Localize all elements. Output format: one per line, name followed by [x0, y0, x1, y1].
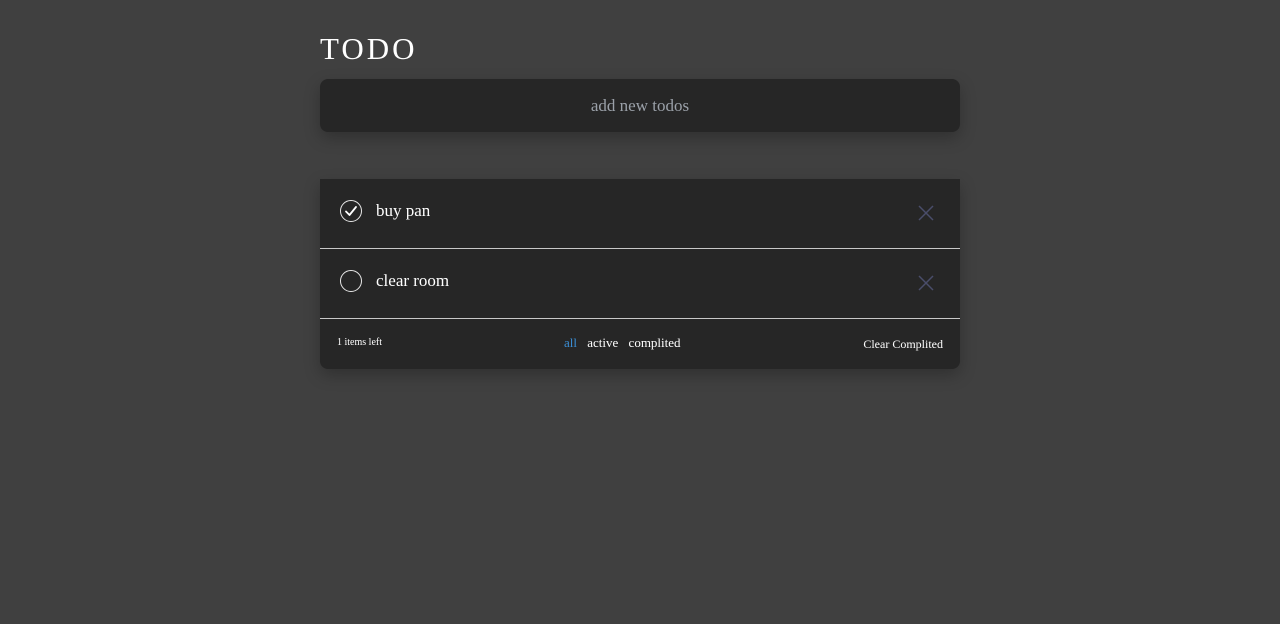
todo-item: clear room: [320, 249, 960, 319]
todo-item: buy pan: [320, 179, 960, 249]
filter-all[interactable]: all: [564, 335, 577, 350]
close-icon[interactable]: [918, 275, 934, 291]
new-todo-input[interactable]: [320, 79, 960, 132]
clear-completed-button[interactable]: Clear Complited: [863, 337, 943, 352]
filter-group: all active complited: [564, 335, 688, 351]
checkmark-circle-icon[interactable]: [340, 200, 362, 222]
todo-item-text: clear room: [376, 271, 450, 290]
filter-active[interactable]: active: [587, 335, 618, 350]
items-left-count: 1 items left: [337, 337, 382, 348]
todo-item-text: buy pan: [376, 201, 431, 220]
todo-list: buy pan clear room 1 items left all acti…: [320, 179, 960, 369]
filter-completed[interactable]: complited: [629, 335, 681, 350]
empty-circle-icon[interactable]: [340, 270, 362, 292]
todo-footer: 1 items left all active complited Clear …: [320, 319, 960, 369]
page-title: TODO: [320, 31, 418, 66]
close-icon[interactable]: [918, 205, 934, 221]
